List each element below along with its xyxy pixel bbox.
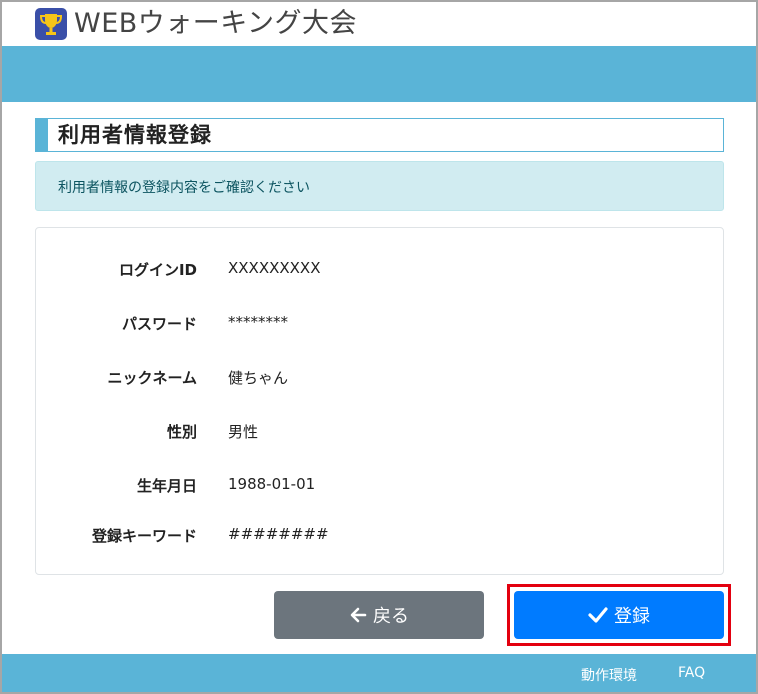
field-value: ########	[228, 525, 329, 543]
app-title: WEBウォーキング大会	[74, 8, 357, 39]
back-button[interactable]: 戻る	[274, 591, 484, 639]
field-row-nickname: ニックネーム 健ちゃん	[36, 367, 725, 391]
field-row-gender: 性別 男性	[36, 421, 725, 445]
check-icon	[588, 607, 608, 623]
field-value: 1988-01-01	[228, 475, 316, 493]
trophy-icon	[35, 8, 67, 40]
field-value: XXXXXXXXX	[228, 259, 321, 277]
field-label: 登録キーワード	[91, 527, 197, 545]
field-row-password: パスワード ********	[36, 313, 725, 337]
field-row-login-id: ログインID XXXXXXXXX	[36, 259, 725, 283]
field-label: ニックネーム	[107, 369, 197, 387]
info-notice-text: 利用者情報の登録内容をご確認ください	[58, 180, 310, 196]
page-title-text: 利用者情報登録	[58, 123, 212, 147]
header: WEBウォーキング大会	[2, 2, 756, 46]
field-label: ログインID	[118, 261, 197, 279]
confirmation-card: ログインID XXXXXXXXX パスワード ******** ニックネーム 健…	[35, 227, 724, 575]
title-accent-bar	[36, 119, 48, 151]
app-window: WEBウォーキング大会 利用者情報登録 利用者情報の登録内容をご確認ください ロ…	[0, 0, 758, 694]
register-button-label: 登録	[614, 606, 650, 627]
field-row-keyword: 登録キーワード ########	[36, 525, 725, 549]
footer-link-environment[interactable]: 動作環境	[581, 665, 637, 685]
back-button-label: 戻る	[373, 606, 409, 627]
field-value: 健ちゃん	[228, 369, 289, 387]
field-row-birthdate: 生年月日 1988-01-01	[36, 475, 725, 499]
field-value: 男性	[228, 423, 259, 441]
footer-link-faq[interactable]: FAQ	[678, 665, 705, 681]
field-label: 性別	[166, 423, 197, 441]
arrow-left-icon	[350, 607, 367, 623]
footer: 動作環境 FAQ	[2, 654, 756, 692]
register-button[interactable]: 登録	[514, 591, 724, 639]
field-label: パスワード	[121, 315, 197, 333]
page-title: 利用者情報登録	[35, 118, 724, 152]
field-label: 生年月日	[136, 477, 197, 495]
nav-band	[2, 46, 756, 102]
info-notice: 利用者情報の登録内容をご確認ください	[35, 161, 724, 211]
field-value: ********	[228, 313, 288, 331]
